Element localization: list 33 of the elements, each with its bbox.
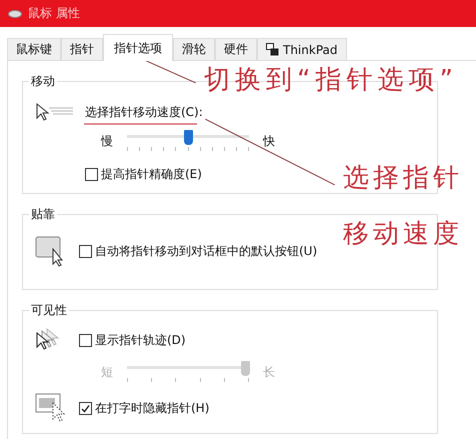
tab[interactable]: 指针选项 — [103, 34, 173, 61]
device-icon — [266, 43, 279, 56]
checkbox[interactable] — [79, 244, 92, 258]
window-title: 鼠标 属性 — [28, 5, 80, 22]
group-title: 可见性 — [29, 302, 69, 319]
tab[interactable]: 硬件 — [215, 38, 257, 60]
annotation-text: 移动速度 — [343, 218, 463, 251]
pointer-speed-icon — [35, 102, 75, 122]
checkbox[interactable] — [79, 334, 92, 346]
check-icon — [81, 404, 90, 412]
slider[interactable] — [127, 130, 249, 152]
slider-label: 长 — [263, 364, 275, 380]
group-title: 贴靠 — [29, 206, 57, 223]
tab[interactable]: 滑轮 — [173, 38, 215, 60]
tab[interactable]: 鼠标键 — [7, 38, 61, 60]
slider[interactable] — [127, 361, 249, 383]
checkbox-label: 显示指针轨迹(D) — [95, 332, 186, 348]
checkbox-label: 在打字时隐藏指针(H) — [95, 400, 210, 416]
checkbox[interactable] — [79, 402, 92, 414]
mouse-icon — [8, 10, 22, 18]
tab[interactable]: ThinkPad — [257, 38, 346, 60]
checkbox-label: 提高指针精确度(E) — [101, 166, 202, 183]
slider-label: 短 — [101, 364, 113, 380]
slider-thumb[interactable] — [184, 130, 193, 145]
tab[interactable]: 指针 — [61, 38, 103, 60]
group-title: 移动 — [29, 73, 57, 90]
annotation-text: 选择指针 — [343, 162, 463, 195]
speed-label: 选择指针移动速度(C): — [85, 104, 203, 120]
slider-label: 慢 — [101, 132, 113, 150]
annotation-text: 切换到“指针选项” — [204, 64, 458, 97]
checkbox[interactable] — [85, 168, 98, 181]
slider-label: 快 — [263, 132, 275, 150]
checkbox-label: 自动将指针移动到对话框中的默认按钮(U) — [95, 242, 318, 260]
